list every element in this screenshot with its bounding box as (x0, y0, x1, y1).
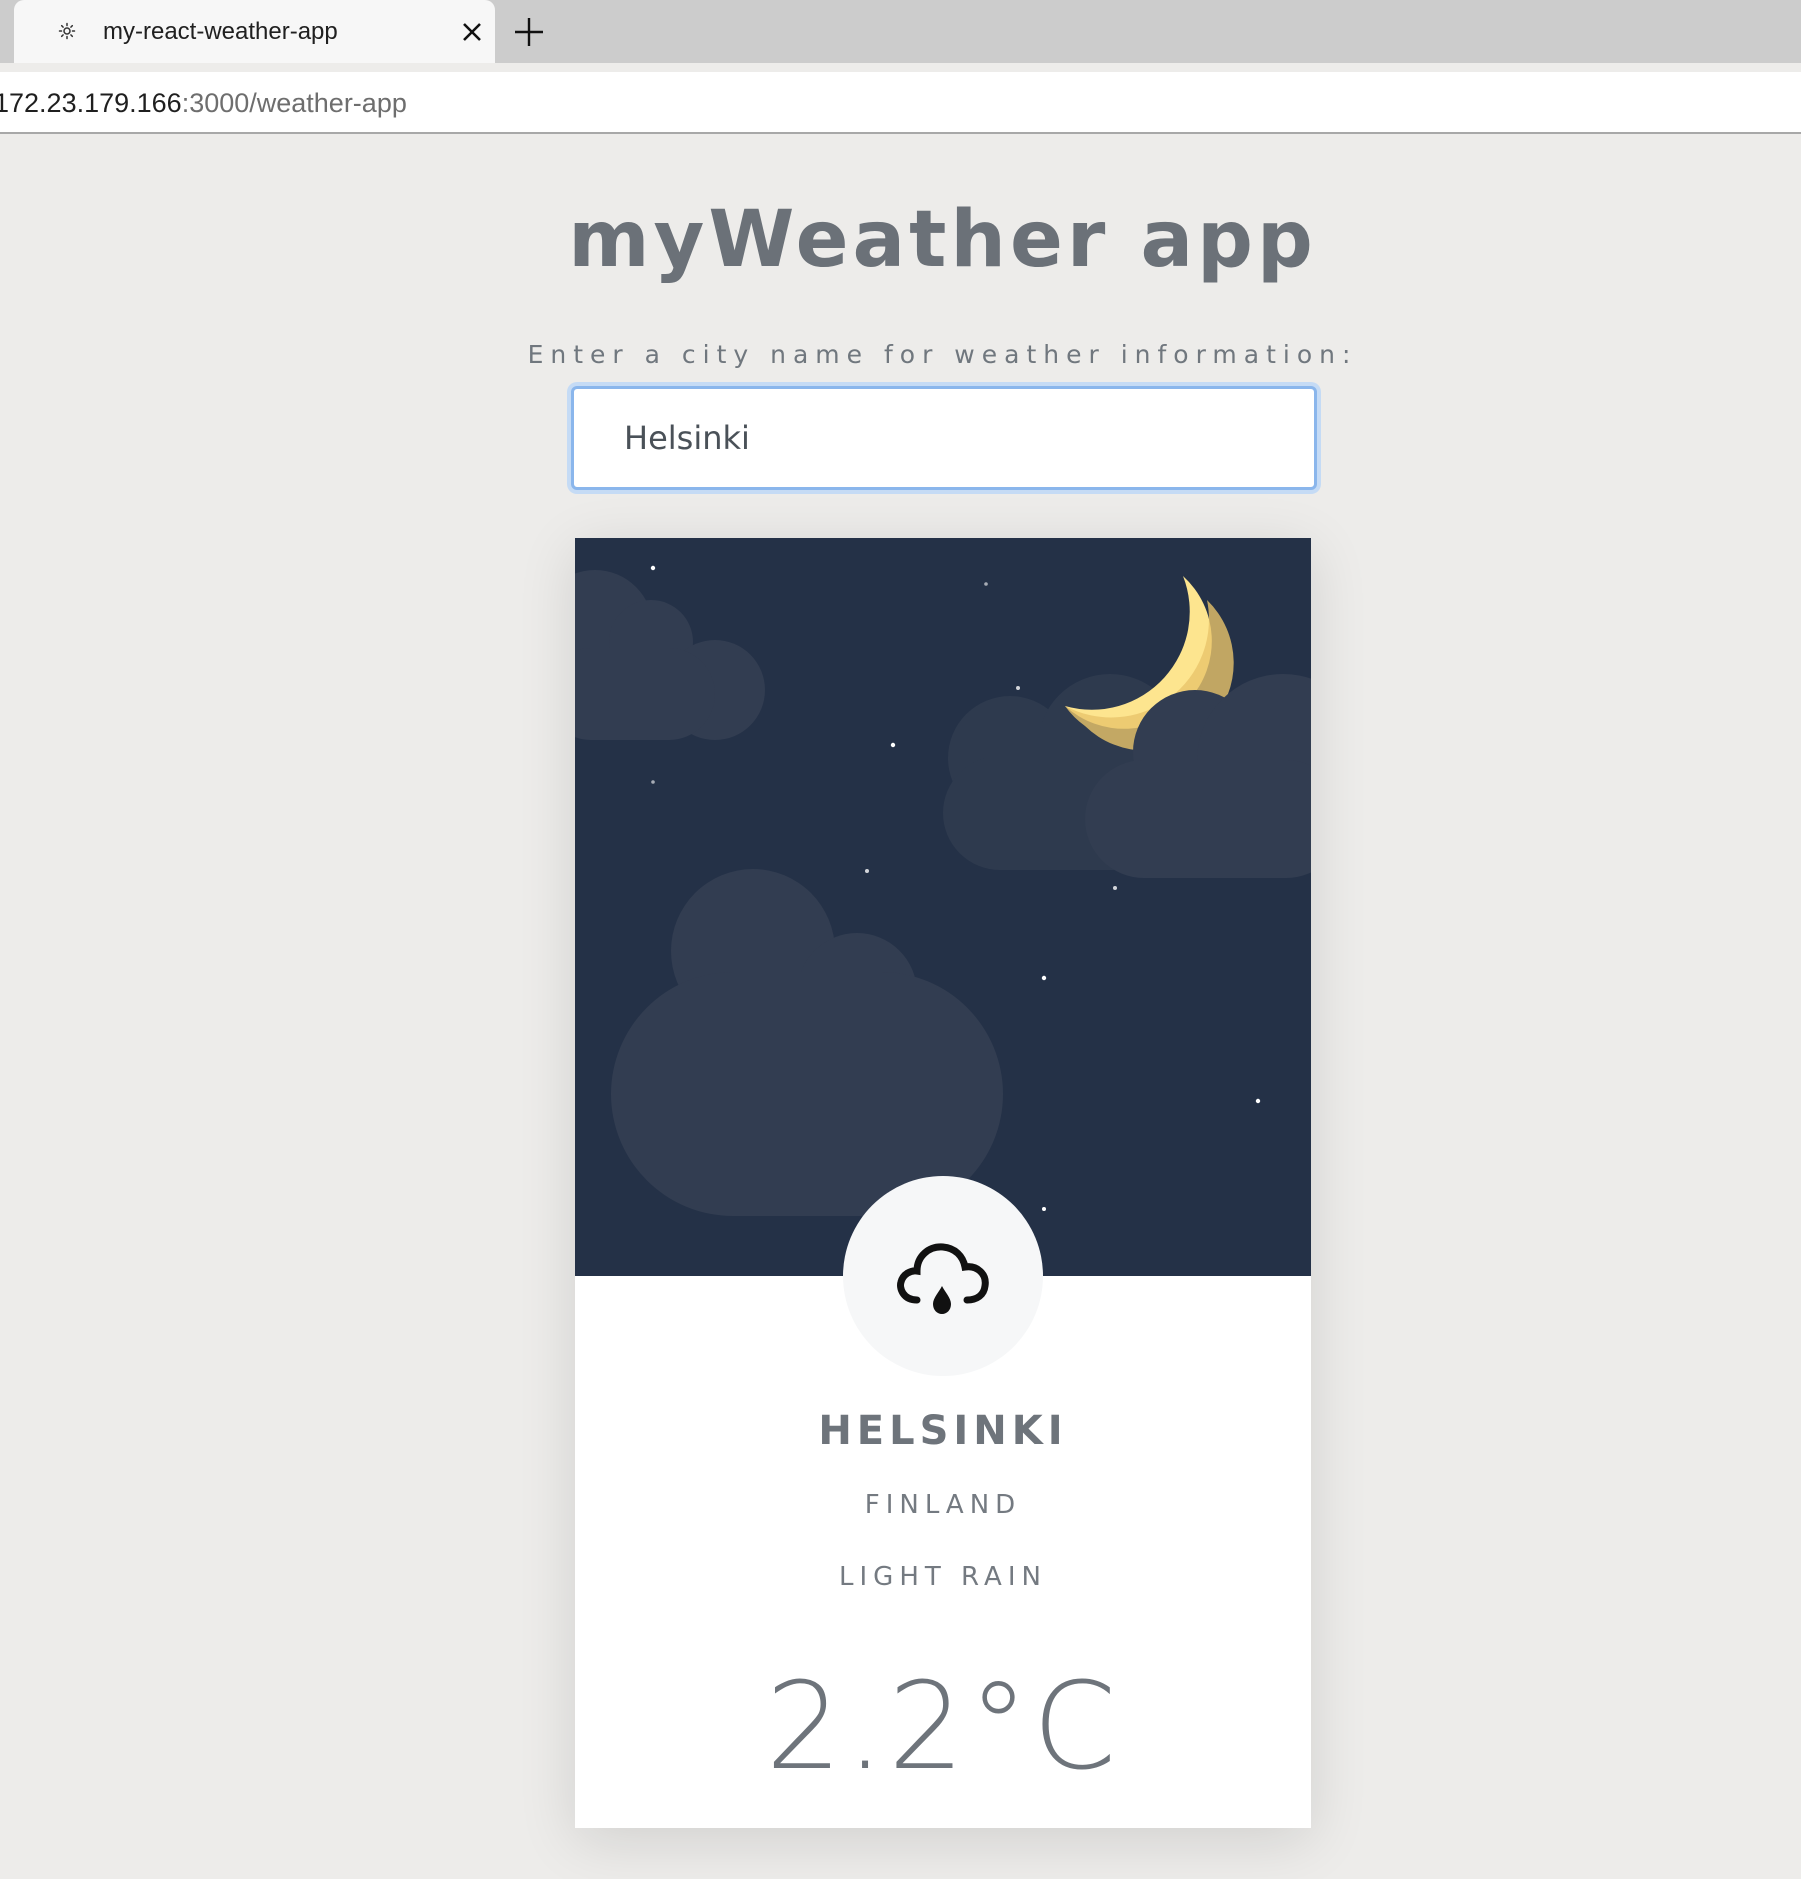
close-icon[interactable] (460, 20, 484, 44)
cloud-bottom (611, 869, 1003, 1216)
sun-icon (58, 22, 76, 40)
city-name: HELSINKI (818, 1408, 1068, 1454)
cloud-rain-icon (897, 1243, 989, 1314)
url-text: 172.23.179.166:3000/weather-app (0, 88, 407, 119)
temperature: 2.2°C (765, 1658, 1121, 1797)
browser-tab[interactable]: my-react-weather-app (14, 0, 495, 63)
city-input-label: Enter a city name for weather informatio… (527, 340, 1358, 369)
cloud-top-left (575, 570, 765, 740)
url-host: 172.23.179.166 (0, 88, 182, 118)
browser-tab-bar: my-react-weather-app (0, 0, 1801, 63)
weather-condition: LIGHT RAIN (839, 1562, 1047, 1592)
address-bar: 172.23.179.166:3000/weather-app (0, 63, 1801, 140)
country-name: FINLAND (864, 1490, 1022, 1520)
city-search-input[interactable] (571, 386, 1317, 490)
weather-card: HELSINKI FINLAND LIGHT RAIN 2.2°C (575, 538, 1311, 1828)
page-title: myWeather app (568, 195, 1317, 285)
weather-icon-badge (843, 1176, 1043, 1376)
tab-title: my-react-weather-app (103, 18, 338, 45)
url-path: :3000/weather-app (181, 88, 407, 118)
night-sky-svg (575, 565, 1311, 1216)
url-field[interactable]: 172.23.179.166:3000/weather-app (0, 72, 1801, 134)
plus-icon[interactable] (513, 16, 545, 48)
night-sky-illustration (575, 538, 1311, 1276)
